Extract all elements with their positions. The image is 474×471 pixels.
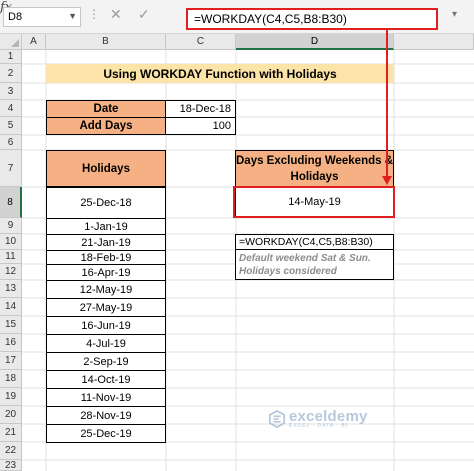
- name-box-value: D8: [8, 11, 23, 23]
- holiday-cell[interactable]: 21-Jan-19: [46, 234, 166, 251]
- holiday-cell[interactable]: 25-Dec-19: [46, 424, 166, 443]
- add-days-value[interactable]: 100: [165, 117, 236, 135]
- column-header-e[interactable]: [394, 34, 474, 50]
- cancel-icon[interactable]: ✕: [110, 6, 122, 23]
- holiday-cell[interactable]: 28-Nov-19: [46, 406, 166, 425]
- row-header-13[interactable]: 13: [0, 280, 22, 298]
- row-header-19[interactable]: 19: [0, 388, 22, 406]
- holiday-cell[interactable]: 16-Apr-19: [46, 264, 166, 281]
- row-header-20[interactable]: 20: [0, 406, 22, 424]
- holiday-cell[interactable]: 14-Oct-19: [46, 370, 166, 389]
- add-days-label: Add Days: [46, 117, 166, 135]
- row-header-12[interactable]: 12: [0, 264, 22, 280]
- date-label: Date: [46, 100, 166, 118]
- row-header-21[interactable]: 21: [0, 424, 22, 442]
- holiday-cell[interactable]: 25-Dec-18: [46, 187, 166, 219]
- exceldemy-watermark: exceldemy EXCEL · DATA · BI: [268, 408, 368, 429]
- result-header: Days Excluding Weekends & Holidays: [235, 150, 394, 187]
- date-value[interactable]: 18-Dec-18: [165, 100, 236, 118]
- column-header-d[interactable]: D: [236, 34, 394, 50]
- row-header-5[interactable]: 5: [0, 117, 22, 135]
- arrow-head-icon: [382, 176, 392, 185]
- chevron-down-icon[interactable]: ▼: [68, 11, 77, 21]
- formula-input[interactable]: =WORKDAY(C4,C5,B8:B30): [186, 8, 438, 30]
- row-header-10[interactable]: 10: [0, 234, 22, 250]
- holiday-cell[interactable]: 1-Jan-19: [46, 218, 166, 235]
- row-header-16[interactable]: 16: [0, 334, 22, 352]
- row-header-17[interactable]: 17: [0, 352, 22, 370]
- result-highlight-box: [233, 186, 395, 218]
- row-header-22[interactable]: 22: [0, 442, 22, 460]
- row-header-11[interactable]: 11: [0, 250, 22, 264]
- holiday-cell[interactable]: 27-May-19: [46, 298, 166, 317]
- name-box[interactable]: D8 ▼: [3, 7, 81, 27]
- row-header-9[interactable]: 9: [0, 218, 22, 234]
- row-header-8[interactable]: 8: [0, 187, 22, 218]
- formula-bar: D8 ▼ ⋮ ✕ ✓ fx =WORKDAY(C4,C5,B8:B30) ▾: [0, 0, 474, 34]
- row-header-3[interactable]: 3: [0, 83, 22, 100]
- row-header-4[interactable]: 4: [0, 100, 22, 117]
- note-cell[interactable]: Default weekend Sat & Sun. Holidays cons…: [235, 249, 394, 280]
- column-header-c[interactable]: C: [166, 34, 236, 50]
- sheet-title: Using WORKDAY Function with Holidays: [46, 64, 394, 83]
- holiday-cell[interactable]: 2-Sep-19: [46, 352, 166, 371]
- column-header-b[interactable]: B: [46, 34, 166, 50]
- row-header-6[interactable]: 6: [0, 135, 22, 150]
- more-options-icon[interactable]: ⋮: [88, 8, 100, 20]
- holiday-cell[interactable]: 16-Jun-19: [46, 316, 166, 335]
- holiday-cell[interactable]: 4-Jul-19: [46, 334, 166, 353]
- row-header-7[interactable]: 7: [0, 150, 22, 187]
- formula-text-cell[interactable]: =WORKDAY(C4,C5,B8:B30): [235, 234, 394, 250]
- row-header-23[interactable]: 23: [0, 460, 22, 471]
- row-header-2[interactable]: 2: [0, 64, 22, 83]
- row-header-14[interactable]: 14: [0, 298, 22, 316]
- arrow-connector: [386, 29, 388, 177]
- column-header-a[interactable]: A: [22, 34, 46, 50]
- row-header-1[interactable]: 1: [0, 50, 22, 64]
- expand-formula-bar-icon[interactable]: ▾: [452, 9, 457, 20]
- enter-icon[interactable]: ✓: [138, 6, 150, 23]
- holidays-header: Holidays: [46, 150, 166, 187]
- holiday-cell[interactable]: 18-Feb-19: [46, 250, 166, 265]
- select-all-button[interactable]: [0, 34, 22, 50]
- holiday-cell[interactable]: 11-Nov-19: [46, 388, 166, 407]
- holiday-cell[interactable]: 12-May-19: [46, 280, 166, 299]
- row-header-18[interactable]: 18: [0, 370, 22, 388]
- exceldemy-logo-icon: [268, 409, 286, 428]
- row-header-15[interactable]: 15: [0, 316, 22, 334]
